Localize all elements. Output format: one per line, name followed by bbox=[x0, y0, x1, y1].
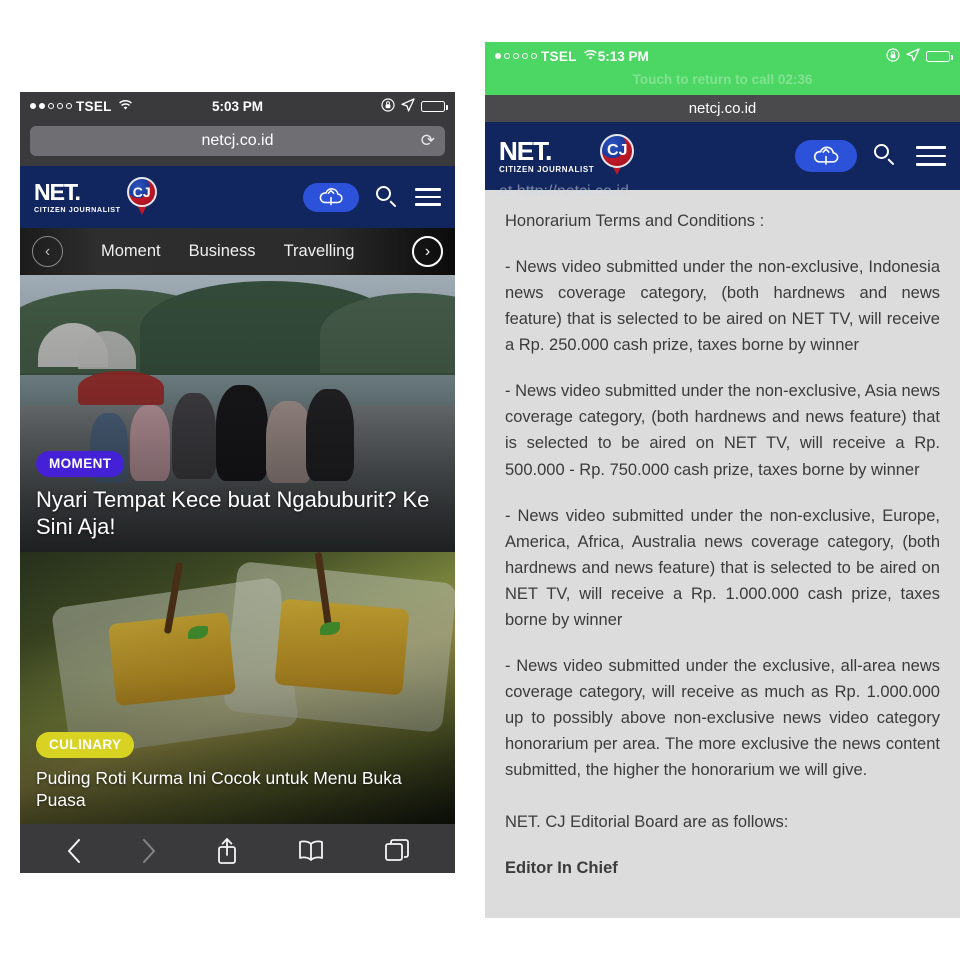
netcj-logo[interactable]: NET. CITIZEN JOURNALIST CJ bbox=[34, 177, 157, 217]
brand-main-text: NET. bbox=[499, 136, 552, 166]
article-paragraph: - News video submitted under the exclusi… bbox=[505, 656, 940, 780]
location-arrow-icon bbox=[906, 47, 920, 65]
brand-wordmark: NET. CITIZEN JOURNALIST bbox=[34, 178, 121, 214]
article-headline[interactable]: Puding Roti Kurma Ini Cocok untuk Menu B… bbox=[36, 767, 439, 813]
status-badge[interactable]: CULINARY bbox=[36, 731, 135, 758]
hamburger-menu-icon[interactable] bbox=[916, 146, 946, 166]
rotation-lock-icon bbox=[886, 47, 900, 65]
url-text: netcj.co.id bbox=[201, 132, 274, 149]
brand-sub-text: CITIZEN JOURNALIST bbox=[34, 204, 121, 214]
return-to-call-banner-text[interactable]: Touch to return to call 02:36 bbox=[485, 70, 960, 92]
cj-pin-letters: CJ bbox=[600, 134, 635, 168]
category-item-moment[interactable]: Moment bbox=[101, 242, 161, 261]
status-right-group bbox=[381, 97, 455, 115]
netcj-logo[interactable]: NET. CITIZEN JOURNALIST CJ bbox=[499, 134, 635, 178]
rotation-lock-icon bbox=[381, 97, 395, 115]
left-phone-screenshot: TSEL 5:03 PM netcj.co.id ⟳ NET. CITIZEN … bbox=[20, 92, 455, 873]
location-arrow-icon bbox=[401, 97, 415, 115]
article-card-body-culinary: CULINARY Puding Roti Kurma Ini Cocok unt… bbox=[20, 731, 455, 825]
article-headline[interactable]: Nyari Tempat Kece buat Ngabuburit? Ke Si… bbox=[36, 486, 439, 540]
category-items: Moment Business Travelling bbox=[101, 242, 354, 261]
right-header-actions bbox=[795, 140, 946, 172]
status-badge[interactable]: MOMENT bbox=[36, 450, 125, 477]
carrier-label: TSEL bbox=[541, 48, 577, 64]
category-item-travelling[interactable]: Travelling bbox=[284, 242, 355, 261]
address-bar[interactable]: netcj.co.id ⟳ bbox=[30, 126, 445, 156]
signal-strength-icon bbox=[495, 53, 537, 59]
clipped-text-line: at http://netcj.co.id bbox=[499, 183, 629, 196]
safari-toolbar bbox=[20, 824, 455, 873]
wifi-icon bbox=[583, 49, 598, 64]
article-card-body-moment: MOMENT Nyari Tempat Kece buat Ngabuburit… bbox=[20, 450, 455, 552]
cj-pin-icon: CJ bbox=[600, 134, 635, 178]
left-site-header: NET. CITIZEN JOURNALIST CJ bbox=[20, 166, 455, 228]
category-prev-icon[interactable]: ‹ bbox=[32, 236, 63, 267]
article-section-heading: Honorarium Terms and Conditions : bbox=[505, 212, 765, 230]
cloud-upload-icon[interactable] bbox=[303, 182, 359, 212]
left-header-actions bbox=[303, 182, 441, 212]
brand-main-text: NET. bbox=[34, 178, 81, 205]
left-safari-url-bar: netcj.co.id ⟳ bbox=[20, 120, 455, 166]
editorial-board-intro: NET. CJ Editorial Board are as follows: bbox=[505, 813, 789, 832]
status-row: TSEL 5:13 PM bbox=[485, 42, 960, 70]
brand-wordmark: NET. CITIZEN JOURNALIST bbox=[499, 138, 594, 174]
forward-button[interactable] bbox=[141, 838, 157, 864]
search-icon[interactable] bbox=[873, 143, 900, 170]
editor-in-chief-heading: Editor In Chief bbox=[505, 859, 618, 878]
battery-icon bbox=[926, 50, 953, 62]
category-next-icon[interactable]: › bbox=[412, 236, 443, 267]
cj-pin-icon: CJ bbox=[126, 177, 157, 217]
carrier-label: TSEL bbox=[76, 98, 112, 114]
url-text: netcj.co.id bbox=[688, 100, 757, 117]
article-paragraph: - News video submitted under the non-exc… bbox=[505, 506, 940, 629]
category-nav: ‹ Moment Business Travelling › bbox=[20, 228, 455, 275]
reload-icon[interactable]: ⟳ bbox=[421, 131, 435, 151]
signal-strength-icon bbox=[30, 103, 72, 109]
cloud-upload-icon[interactable] bbox=[795, 140, 857, 172]
bookmarks-button[interactable] bbox=[297, 839, 325, 863]
status-left-group: TSEL bbox=[20, 99, 133, 114]
battery-low-icon bbox=[421, 100, 448, 112]
search-icon[interactable] bbox=[375, 185, 399, 209]
wifi-icon bbox=[118, 99, 133, 114]
category-item-business[interactable]: Business bbox=[189, 242, 256, 261]
right-phone-screenshot: TSEL 5:13 PM Touch to return to call 02:… bbox=[485, 42, 960, 918]
article-card-moment[interactable]: MOMENT Nyari Tempat Kece buat Ngabuburit… bbox=[20, 275, 455, 552]
brand-sub-text: CITIZEN JOURNALIST bbox=[499, 165, 595, 174]
right-status-bar-incall[interactable]: TSEL 5:13 PM Touch to return to call 02:… bbox=[485, 42, 960, 95]
clock-label: 5:13 PM bbox=[597, 48, 649, 64]
cj-pin-letters: CJ bbox=[126, 177, 157, 207]
right-safari-url-bar[interactable]: netcj.co.id bbox=[485, 95, 960, 122]
right-site-header: NET. CITIZEN JOURNALIST CJ at http://net… bbox=[485, 122, 960, 196]
left-status-bar: TSEL 5:03 PM bbox=[20, 92, 455, 120]
article-body: Honorarium Terms and Conditions : - News… bbox=[485, 190, 960, 882]
share-button[interactable] bbox=[216, 837, 238, 865]
hamburger-menu-icon[interactable] bbox=[415, 188, 441, 206]
article-card-culinary[interactable]: CULINARY Puding Roti Kurma Ini Cocok unt… bbox=[20, 552, 455, 824]
article-paragraph: - News video submitted under the non-exc… bbox=[505, 258, 940, 355]
back-button[interactable] bbox=[66, 838, 82, 864]
article-paragraph: - News video submitted under the non-exc… bbox=[505, 382, 940, 479]
tabs-button[interactable] bbox=[384, 838, 410, 864]
